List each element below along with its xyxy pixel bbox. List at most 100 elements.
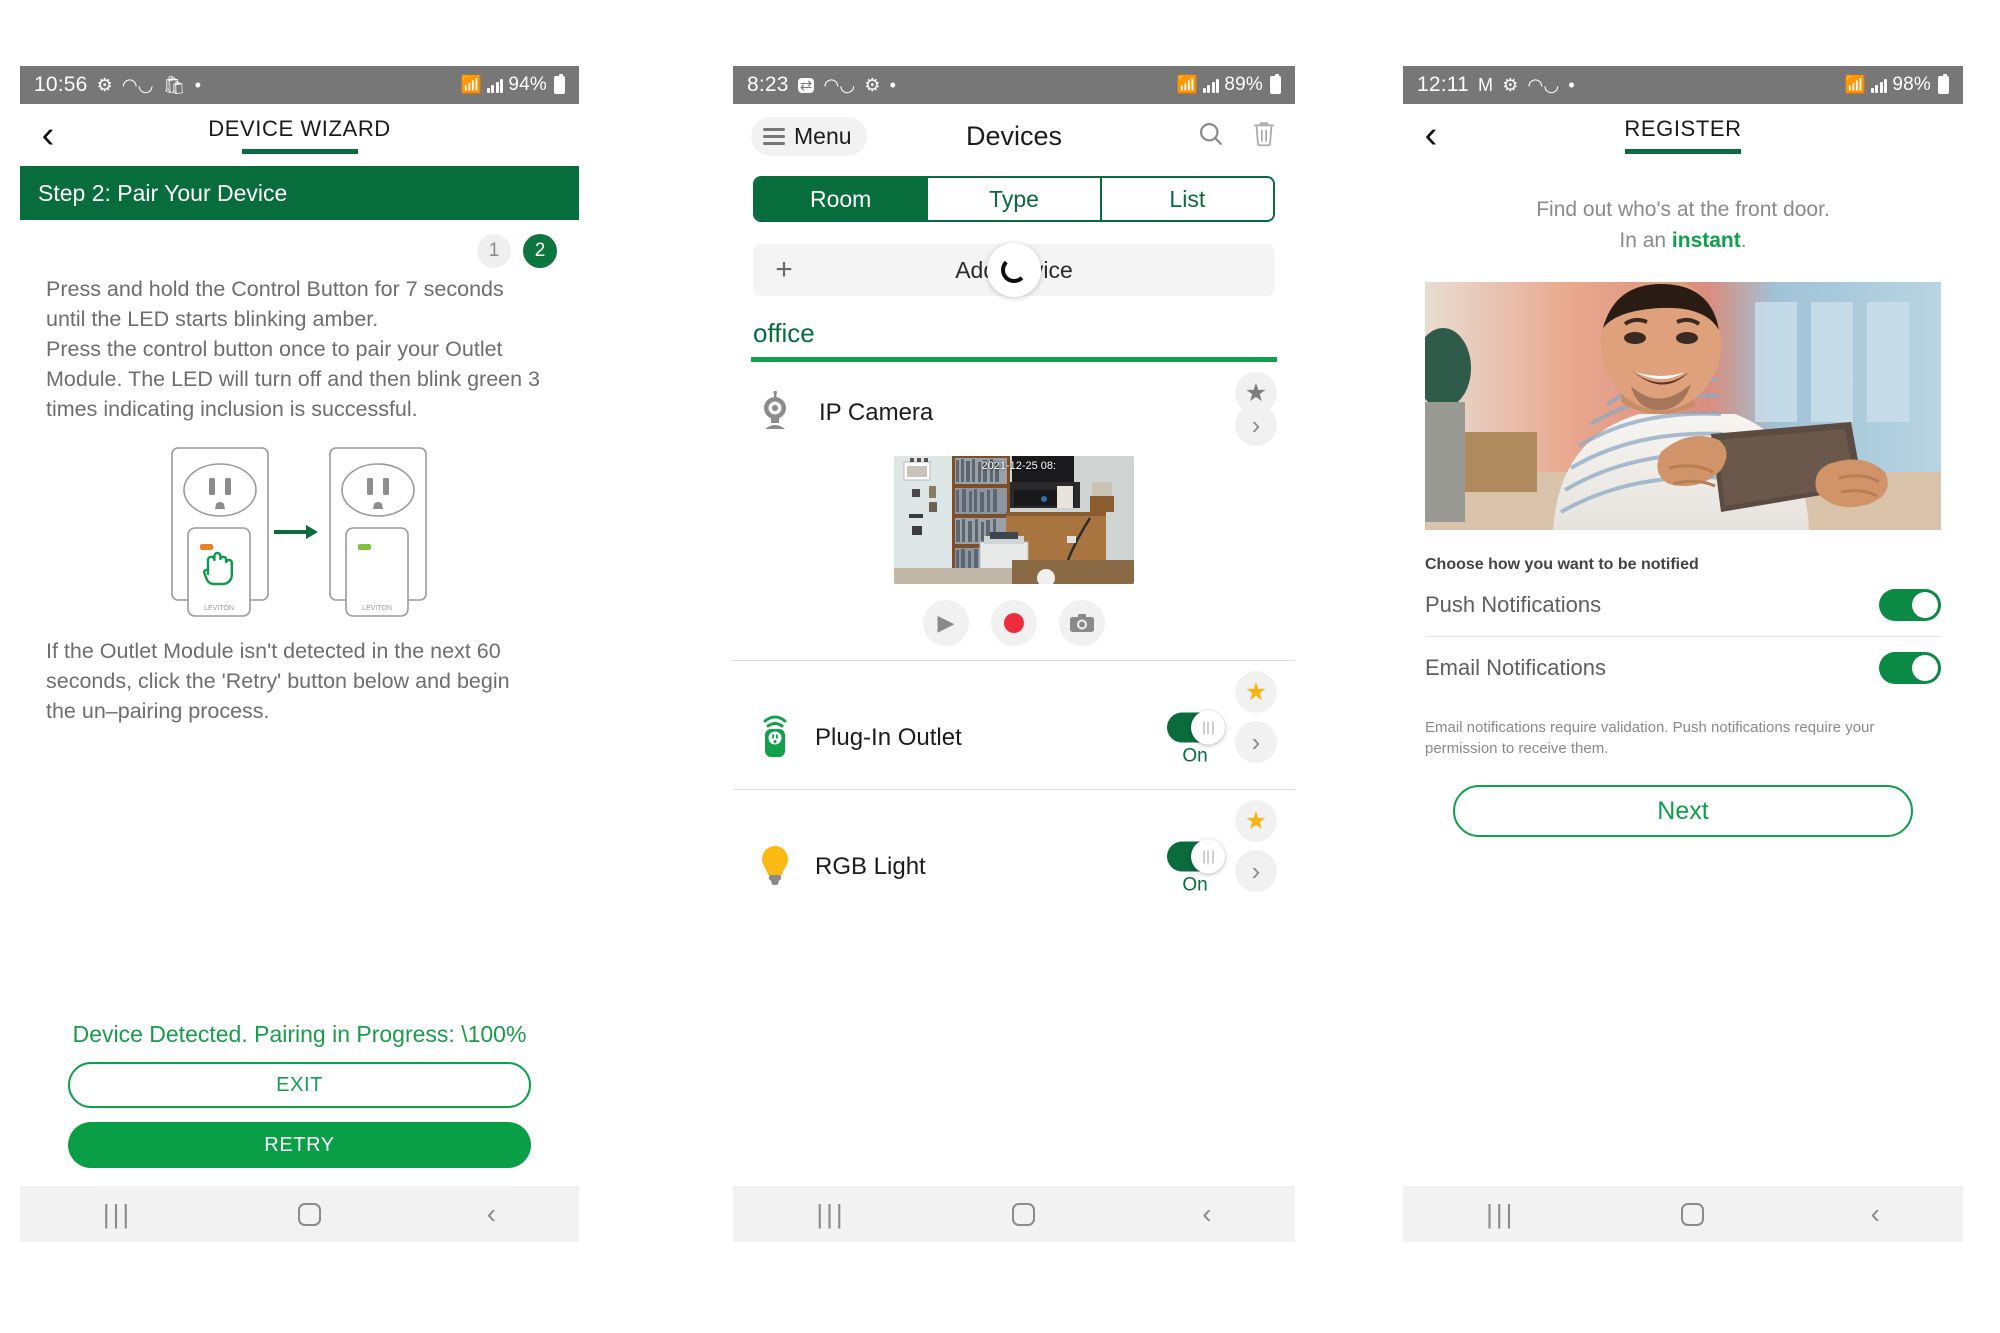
dot-icon: • <box>1568 75 1575 95</box>
voicemail-icon: ◠◡ <box>121 75 154 95</box>
retry-button[interactable]: RETRY <box>68 1122 531 1168</box>
view-mode-tabs: Room Type List <box>753 176 1275 222</box>
app-bar: ‹ REGISTER <box>1403 104 1963 166</box>
email-notifications-toggle[interactable] <box>1879 652 1941 684</box>
screenshot-canvas: 10:56 ⚙ ◠◡ 🛍 • 📶 94% ‹ DEVICE WIZARD Ste… <box>0 0 2000 1333</box>
exit-button[interactable]: EXIT <box>68 1062 531 1108</box>
home-button[interactable] <box>297 1202 321 1226</box>
phone-screen-register: 12:11 M ⚙ ◠◡ • 📶 98% ‹ REGISTER Find out <box>1403 66 1963 1242</box>
tab-list[interactable]: List <box>1101 178 1273 220</box>
device-name: Plug-In Outlet <box>815 724 962 751</box>
status-time: 10:56 <box>34 73 88 96</box>
add-device-button[interactable]: + Add Device <box>753 243 1275 297</box>
tagline-line-1: Find out who's at the front door. <box>1536 198 1830 221</box>
nav-back-button[interactable]: ‹ <box>487 1198 496 1230</box>
chevron-right-icon[interactable]: › <box>1235 721 1277 763</box>
list-item[interactable]: ★ Plug-In Outlet On › <box>733 661 1295 789</box>
app-bar: ‹ DEVICE WIZARD <box>20 104 579 166</box>
next-button[interactable]: Next <box>1453 785 1913 837</box>
battery-percent: 94% <box>508 74 547 95</box>
recent-apps-button[interactable]: ||| <box>816 1199 845 1230</box>
title-underline <box>241 149 358 154</box>
snapshot-button[interactable] <box>1059 600 1105 646</box>
push-notifications-toggle[interactable] <box>1879 589 1941 621</box>
nav-back-button[interactable]: ‹ <box>1871 1198 1880 1230</box>
loading-spinner <box>987 243 1041 297</box>
hero-photo <box>1425 282 1941 530</box>
bag-icon: 🛍 <box>162 75 186 95</box>
android-nav-bar: ||| ‹ <box>20 1186 579 1242</box>
chevron-right-icon[interactable]: › <box>1235 850 1277 892</box>
plug-in-outlet-icon <box>757 713 793 764</box>
push-notifications-row[interactable]: Push Notifications <box>1403 574 1963 636</box>
recent-apps-button[interactable]: ||| <box>103 1199 132 1230</box>
wifi-icon: 📶 <box>460 75 482 94</box>
outlet-diagram-svg: LEVITON LEVITON <box>170 447 427 617</box>
nav-back-button[interactable]: ‹ <box>1202 1198 1211 1230</box>
step-dot-1[interactable]: 1 <box>477 234 511 268</box>
wifi-icon: 📶 <box>1844 75 1866 94</box>
email-notifications-label: Email Notifications <box>1425 655 1606 680</box>
voicemail-icon: ◠◡ <box>823 75 856 95</box>
battery-icon <box>1270 74 1281 94</box>
gmail-icon: M <box>1478 75 1494 95</box>
dot-icon: • <box>194 75 202 95</box>
menu-label: Menu <box>794 122 852 149</box>
recent-apps-button[interactable]: ||| <box>1486 1199 1515 1230</box>
battery-percent: 98% <box>1892 74 1931 95</box>
status-time: 8:23 <box>747 73 789 96</box>
record-button[interactable] <box>991 600 1037 646</box>
tagline-prefix: In an <box>1619 229 1672 252</box>
back-button[interactable]: ‹ <box>1403 116 1459 154</box>
ip-camera-icon <box>757 390 797 436</box>
room-heading: office <box>753 318 815 348</box>
instructions-bottom: If the Outlet Module isn't detected in t… <box>46 639 510 723</box>
device-toggle[interactable]: On <box>1167 710 1225 768</box>
status-bar: 10:56 ⚙ ◠◡ 🛍 • 📶 94% <box>20 66 579 104</box>
signal-icon <box>486 78 504 93</box>
camera-controls: ▶ <box>751 600 1277 646</box>
pairing-progress-text: Device Detected. Pairing in Progress: \1… <box>72 1021 527 1047</box>
tagline: Find out who's at the front door. In an … <box>1403 166 1963 256</box>
tab-room[interactable]: Room <box>755 178 929 220</box>
svg-text:LEVITON: LEVITON <box>362 605 392 612</box>
chevron-right-icon[interactable]: › <box>1235 404 1277 446</box>
phone-screen-devices: 8:23 ⇄ ◠◡ ⚙ • 📶 89% Menu Devices Room Ty… <box>733 66 1295 1242</box>
title-underline <box>1625 149 1741 154</box>
favorite-star-icon[interactable]: ★ <box>1235 800 1277 842</box>
camera-thumbnail[interactable]: 2021-12-25 08: <box>894 456 1134 584</box>
trash-icon[interactable] <box>1251 120 1277 153</box>
gear-icon: ⚙ <box>1502 75 1519 95</box>
list-item[interactable]: ★ IP Camera › 2021-12-25 08: ▶ <box>733 362 1295 646</box>
device-toggle[interactable]: On <box>1167 839 1225 897</box>
page-title: DEVICE WIZARD <box>208 116 391 141</box>
tab-type[interactable]: Type <box>928 178 1102 220</box>
step-banner: Step 2: Pair Your Device <box>20 166 579 220</box>
instructions-top: Press and hold the Control Button for 7 … <box>46 277 541 421</box>
home-button[interactable] <box>1681 1202 1705 1226</box>
arrow-icon <box>273 525 318 539</box>
menu-button[interactable]: Menu <box>751 116 867 156</box>
dot-icon: • <box>889 75 897 95</box>
battery-percent: 89% <box>1224 74 1263 95</box>
tagline-accent: instant <box>1671 229 1741 252</box>
signal-icon <box>1870 78 1888 93</box>
list-item[interactable]: ★ RGB Light On › <box>733 790 1295 918</box>
signal-icon <box>1202 78 1220 93</box>
step-dot-2[interactable]: 2 <box>523 234 557 268</box>
back-button[interactable]: ‹ <box>20 116 76 154</box>
svg-text:LEVITON: LEVITON <box>204 605 234 612</box>
notifications-section-title: Choose how you want to be notified <box>1425 556 1699 573</box>
tagline-suffix: . <box>1740 229 1747 252</box>
tagline-line-2: In an instant. <box>1423 225 1943 256</box>
status-time: 12:11 <box>1417 73 1469 96</box>
email-notifications-row[interactable]: Email Notifications <box>1403 637 1963 699</box>
app-bar: Menu Devices <box>733 104 1295 168</box>
play-button[interactable]: ▶ <box>923 600 969 646</box>
sync-icon: ⇄ <box>797 76 815 94</box>
favorite-star-icon[interactable]: ★ <box>1235 671 1277 713</box>
home-button[interactable] <box>1012 1202 1036 1226</box>
voicemail-icon: ◠◡ <box>1527 75 1560 95</box>
toggle-state-label: On <box>1182 874 1208 896</box>
search-icon[interactable] <box>1197 120 1225 153</box>
